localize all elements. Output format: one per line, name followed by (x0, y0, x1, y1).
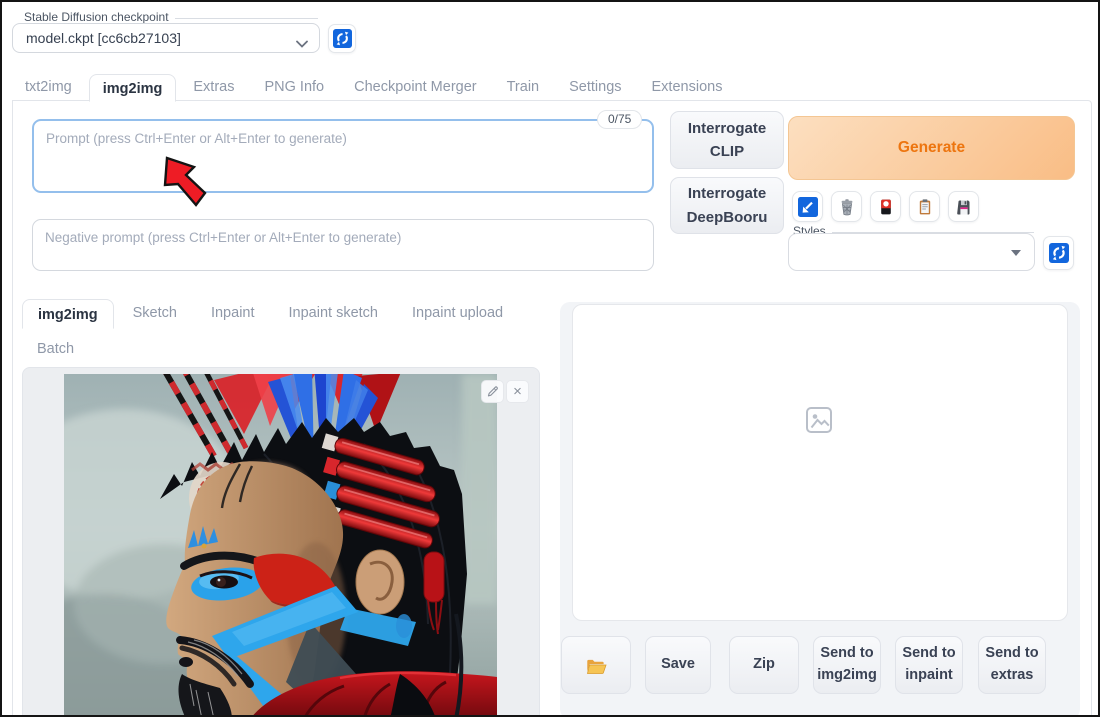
refresh-checkpoint-button[interactable] (328, 24, 356, 53)
trash-icon (841, 198, 852, 215)
zip-button[interactable]: Zip (729, 636, 799, 694)
paste-arrow-icon (797, 196, 818, 217)
edit-image-button[interactable] (481, 380, 504, 403)
refresh-icon (332, 29, 352, 48)
stable-diffusion-webui: Stable Diffusion checkpoint model.ckpt [… (0, 0, 1100, 717)
checkpoint-dropdown[interactable]: model.ckpt [cc6cb27103] (12, 23, 320, 53)
generate-button[interactable]: Generate (788, 116, 1075, 180)
input-image[interactable] (64, 374, 497, 717)
send-to-img2img-button[interactable]: Send to img2img (813, 636, 881, 694)
checkpoint-value: model.ckpt [cc6cb27103] (26, 30, 181, 46)
tab-settings[interactable]: Settings (556, 73, 634, 101)
chevron-down-icon (296, 35, 308, 53)
tab-extras[interactable]: Extras (180, 73, 247, 101)
checkpoint-label-row: Stable Diffusion checkpoint (24, 10, 318, 24)
extra-networks-button[interactable] (870, 191, 901, 222)
tab-img2img[interactable]: img2img (88, 74, 177, 102)
img2img-mode-tabs: img2img Sketch Inpaint Inpaint sketch In… (22, 298, 532, 364)
subtab-sketch[interactable]: Sketch (118, 298, 192, 328)
main-tab-bar: txt2img img2img Extras PNG Info Checkpoi… (12, 73, 736, 102)
open-output-folder-button[interactable] (561, 636, 631, 694)
edit-pencil-icon (487, 386, 498, 397)
tab-train[interactable]: Train (494, 73, 553, 101)
subtab-img2img[interactable]: img2img (22, 299, 114, 329)
image-placeholder-icon (806, 407, 832, 433)
label-rule (174, 17, 318, 19)
save-style-button[interactable] (948, 191, 979, 222)
tab-png-info[interactable]: PNG Info (251, 73, 337, 101)
subtab-inpaint[interactable]: Inpaint (196, 298, 270, 328)
output-image-frame (572, 304, 1068, 621)
refresh-icon (1048, 243, 1069, 263)
negative-prompt-input[interactable] (32, 219, 654, 271)
save-button[interactable]: Save (645, 636, 711, 694)
tab-checkpoint-merger[interactable]: Checkpoint Merger (341, 73, 490, 101)
interrogate-deepbooru-button[interactable]: Interrogate DeepBooru (670, 177, 784, 234)
subtab-inpaint-sketch[interactable]: Inpaint sketch (274, 298, 393, 328)
save-style-floppy-icon (956, 200, 969, 214)
clear-prompt-button[interactable] (831, 191, 862, 222)
token-counter: 0/75 (597, 110, 643, 129)
tab-txt2img[interactable]: txt2img (12, 73, 85, 101)
paste-generation-params-button[interactable] (792, 191, 823, 222)
refresh-styles-button[interactable] (1043, 236, 1074, 270)
clear-image-button[interactable]: × (506, 380, 529, 403)
apply-styles-button[interactable] (909, 191, 940, 222)
interrogate-clip-button[interactable]: Interrogate CLIP (670, 111, 784, 169)
checkpoint-label: Stable Diffusion checkpoint (24, 10, 169, 24)
extra-networks-card-icon (880, 199, 891, 214)
send-to-extras-button[interactable]: Send to extras (978, 636, 1046, 694)
close-icon: × (513, 383, 522, 400)
prompt-input[interactable] (32, 119, 654, 193)
styles-dropdown[interactable] (788, 233, 1035, 271)
subtab-inpaint-upload[interactable]: Inpaint upload (397, 298, 518, 328)
open-folder-icon (587, 659, 607, 674)
subtab-batch[interactable]: Batch (22, 334, 89, 364)
dropdown-arrow-icon (1011, 250, 1021, 256)
tab-extensions[interactable]: Extensions (639, 73, 736, 101)
send-to-inpaint-button[interactable]: Send to inpaint (895, 636, 963, 694)
clipboard-icon (919, 198, 930, 214)
